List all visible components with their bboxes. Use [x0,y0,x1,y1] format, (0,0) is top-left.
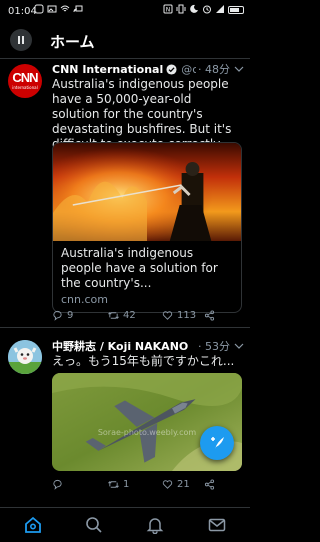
tweet-time: · 48分 [198,63,230,76]
like-button[interactable]: 21 [162,479,190,490]
retweet-icon [108,312,119,319]
app-header: ホーム [0,24,250,58]
pause-icon [18,36,24,44]
wifi-icon [60,5,70,12]
retweet-button[interactable]: 1 [108,479,129,490]
reply-count: 9 [67,310,74,321]
battery-icon [228,5,244,14]
app-notification-icon [34,4,44,14]
tweet-header: CNN International @c... · 48分 [52,61,244,77]
share-icon [204,310,215,321]
link-card-title: Australia's indigenous people have a sol… [61,246,218,290]
tweet-actions: 1 21 [52,479,242,493]
retweet-icon [108,481,119,488]
reply-button[interactable]: 9 [52,310,73,321]
alarm-icon [203,5,211,14]
messages-icon[interactable] [208,516,226,534]
retweet-count: 42 [123,310,136,321]
reply-icon [53,310,62,321]
svg-text:N: N [166,7,171,14]
link-card[interactable]: Australia's indigenous people have a sol… [52,142,242,313]
vibrate-icon [176,4,186,14]
page-title: ホーム [50,33,95,51]
share-icon [204,479,215,490]
avatar[interactable]: CNN international [8,64,42,98]
retweet-button[interactable]: 42 [108,310,136,321]
compose-tweet-button[interactable] [200,426,234,460]
avatar-image [8,340,42,374]
cnn-logo: CNN [12,70,38,85]
verified-badge-icon [166,63,177,75]
chevron-down-icon[interactable] [234,342,244,350]
tweet-text: Australia's indigenous people have a 50,… [52,77,232,151]
signal-icon [216,5,224,13]
author-handle: @c... [181,62,196,76]
link-card-url: cnn.com [61,293,108,306]
like-count: 21 [177,479,190,490]
status-bar: 01:04 N [0,0,250,22]
compose-feather-icon [211,437,224,449]
retweet-count: 1 [123,479,130,490]
like-button[interactable]: 113 [162,310,196,321]
reply-icon [53,479,62,490]
image-icon [47,5,57,13]
cast-icon [73,5,83,13]
tweet-time: · 53分 [198,340,230,353]
do-not-disturb-icon [190,4,198,13]
author-name[interactable]: 中野耕志 / Koji NAKANO [52,338,188,354]
heart-icon [162,311,173,320]
status-time: 01:04 [8,6,37,17]
bottom-navigation [0,507,250,542]
search-icon[interactable] [85,516,103,534]
author-name[interactable]: CNN International [52,63,163,76]
chevron-down-icon[interactable] [234,65,244,73]
like-count: 113 [177,310,197,321]
tweet-actions: 9 42 113 [52,310,242,324]
tweet[interactable]: 中野耕志 / Koji NAKANO · 53分 えっ。もう15年も前ですかこれ… [0,328,250,506]
home-icon[interactable] [24,516,42,534]
reply-button[interactable] [52,479,67,490]
share-button[interactable] [204,479,215,490]
photo-watermark: Sorae-photo.weebly.com [98,428,197,437]
tweet[interactable]: CNN international CNN International @c..… [0,58,250,326]
tweet-text: えっ。もう15年も前ですかこれ... [52,354,235,368]
tweet-header: 中野耕志 / Koji NAKANO · 53分 [52,338,244,354]
link-card-image [53,143,241,241]
notifications-icon[interactable] [146,516,164,534]
heart-icon [162,480,173,489]
cnn-logo-subtext: international [12,85,38,90]
nfc-icon: N [163,4,173,14]
share-button[interactable] [204,310,215,321]
avatar[interactable] [8,340,42,374]
profile-menu-button[interactable] [10,29,32,51]
